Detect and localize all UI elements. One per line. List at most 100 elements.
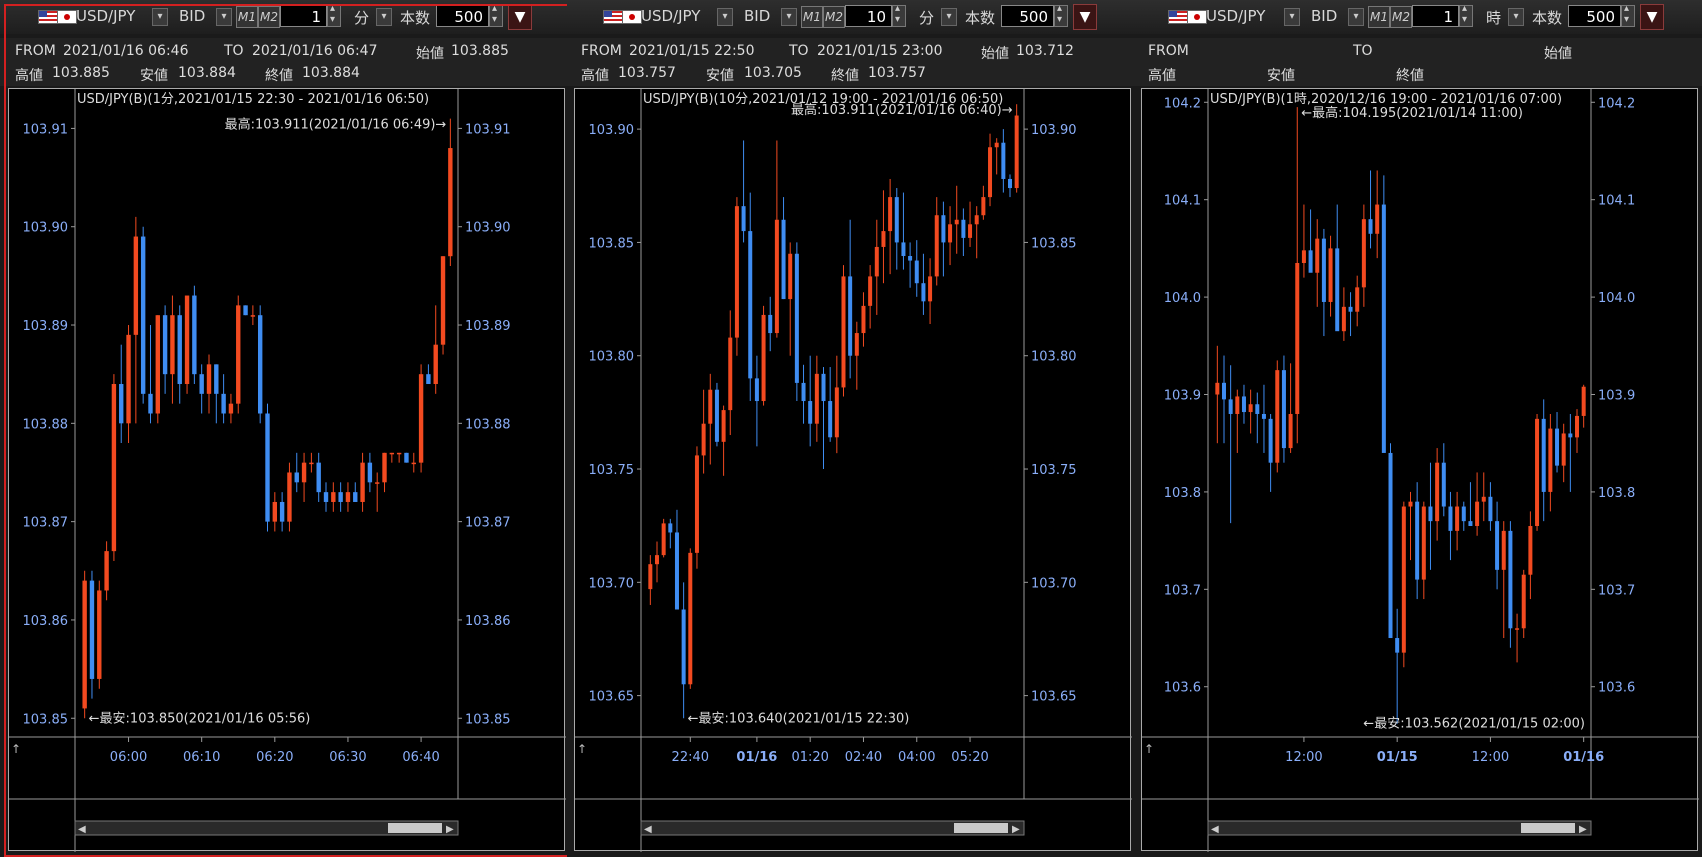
price-type[interactable]: BID [744, 7, 770, 25]
candle-body [781, 219, 786, 300]
candle-down [808, 355, 813, 447]
candle-body [1368, 219, 1373, 234]
horizontal-scrollbar[interactable]: ◀ ▶ [640, 820, 1025, 836]
high-label: 高値 [1148, 68, 1176, 84]
m1-button[interactable]: M1 [801, 6, 823, 28]
count-input[interactable]: 500 [1001, 5, 1054, 27]
scrollbar-thumb[interactable] [388, 823, 442, 833]
candle-body [661, 523, 666, 556]
low-label: 安値 [140, 68, 168, 84]
candle-body [1275, 370, 1280, 463]
currency-pair[interactable]: USD/JPY [641, 7, 700, 25]
period-unit-dropdown[interactable]: ▾ [1508, 8, 1524, 26]
candle-body [974, 215, 979, 225]
count-spinner[interactable] [1054, 3, 1068, 27]
period-spinner[interactable] [327, 3, 341, 27]
close-label: 終値 [1396, 68, 1424, 84]
candle-down [914, 240, 919, 297]
candle-body [148, 393, 153, 414]
period-input[interactable]: 1 [1412, 5, 1459, 27]
candle-up [948, 206, 953, 266]
candlestick-chart[interactable]: USD/JPY(B)(1分,2021/01/15 22:30 - 2021/01… [8, 88, 566, 852]
candle-up [433, 305, 438, 394]
y-tick-label-right: 103.87 [465, 516, 511, 531]
currency-pair-dropdown[interactable]: ▾ [717, 8, 733, 26]
chart-title: USD/JPY(B)(1時,2020/12/16 19:00 - 2021/01… [1210, 92, 1562, 107]
candle-down [1261, 384, 1266, 453]
candle-up [1341, 287, 1346, 341]
menu-icon[interactable]: ▼ [1073, 4, 1097, 30]
period-input[interactable]: 10 [845, 5, 892, 27]
price-type-dropdown[interactable]: ▾ [1348, 8, 1364, 26]
scrollbar-thumb[interactable] [954, 823, 1008, 833]
count-input[interactable]: 500 [436, 5, 489, 27]
y-tick-label: 103.86 [23, 614, 69, 629]
price-type-dropdown[interactable]: ▾ [216, 8, 232, 26]
candle-up [1435, 448, 1440, 541]
candle-up [761, 305, 766, 406]
candle-body [265, 413, 270, 522]
period-unit: 分 [919, 9, 935, 27]
price-type-dropdown[interactable]: ▾ [781, 8, 797, 26]
candle-body [170, 315, 175, 375]
candle-body [708, 389, 713, 424]
currency-pair[interactable]: USD/JPY [1206, 7, 1265, 25]
m1-button[interactable]: M1 [236, 6, 258, 28]
horizontal-scrollbar[interactable]: ◀ ▶ [74, 820, 459, 836]
candlestick-chart[interactable]: USD/JPY(B)(10分,2021/01/12 19:00 - 2021/0… [574, 88, 1132, 852]
candle-body [1475, 501, 1480, 527]
candle-body [1328, 248, 1333, 302]
period-spinner[interactable] [1459, 3, 1473, 27]
candlestick-chart[interactable]: USD/JPY(B)(1時,2020/12/16 19:00 - 2021/01… [1141, 88, 1699, 852]
candle-body [654, 555, 659, 565]
candle-body [761, 314, 766, 402]
m2-button[interactable]: M2 [258, 6, 280, 28]
candle-up [82, 570, 87, 719]
currency-pair-dropdown[interactable]: ▾ [1284, 8, 1300, 26]
candle-body [133, 236, 139, 335]
currency-pair-dropdown[interactable]: ▾ [152, 8, 168, 26]
count-spinner[interactable] [1621, 3, 1635, 27]
candle-up [382, 452, 387, 493]
count-label: 本数 [1532, 9, 1563, 27]
y-tick-label: 104.2 [1164, 96, 1201, 111]
period-spinner[interactable] [892, 3, 906, 27]
candle-body [1481, 496, 1486, 502]
candle-up [841, 265, 846, 397]
candle-up [954, 185, 959, 254]
period-input[interactable]: 1 [280, 5, 327, 27]
count-spinner[interactable] [489, 3, 503, 27]
candle-body [734, 206, 739, 338]
y-tick-label-right: 103.88 [465, 417, 511, 432]
m1-button[interactable]: M1 [1368, 6, 1390, 28]
open-label: 始値 [1544, 46, 1572, 62]
period-unit-dropdown[interactable]: ▾ [376, 8, 392, 26]
m2-button[interactable]: M2 [1390, 6, 1412, 28]
candle-up [331, 482, 336, 512]
horizontal-scrollbar[interactable]: ◀ ▶ [1207, 820, 1592, 836]
candle-down [214, 364, 219, 424]
y-tick-label-right: 104.2 [1598, 96, 1635, 111]
price-type[interactable]: BID [1311, 7, 1337, 25]
candle-up [170, 295, 175, 404]
candle-down [1368, 170, 1373, 249]
candle-up [360, 452, 365, 512]
min-annotation: ←最安:103.562(2021/01/15 02:00) [1363, 717, 1585, 732]
scrollbar-thumb[interactable] [1521, 823, 1575, 833]
currency-pair[interactable]: USD/JPY [76, 7, 135, 25]
candle-up [1575, 409, 1580, 453]
price-type[interactable]: BID [179, 7, 205, 25]
from-label: FROM [1148, 43, 1189, 59]
collapse-arrow-icon: ↑ [11, 742, 21, 756]
period-unit-dropdown[interactable]: ▾ [941, 8, 957, 26]
candle-up [1375, 170, 1380, 259]
candle-down [338, 482, 343, 512]
candle-body [874, 246, 879, 277]
y-tick-label-right: 103.90 [465, 221, 511, 236]
count-input[interactable]: 500 [1568, 5, 1621, 27]
menu-icon[interactable]: ▼ [1640, 4, 1664, 30]
y-tick-label-right: 104.0 [1598, 291, 1635, 306]
m2-button[interactable]: M2 [823, 6, 845, 28]
menu-icon[interactable]: ▼ [508, 4, 532, 30]
candle-down [1441, 443, 1446, 517]
